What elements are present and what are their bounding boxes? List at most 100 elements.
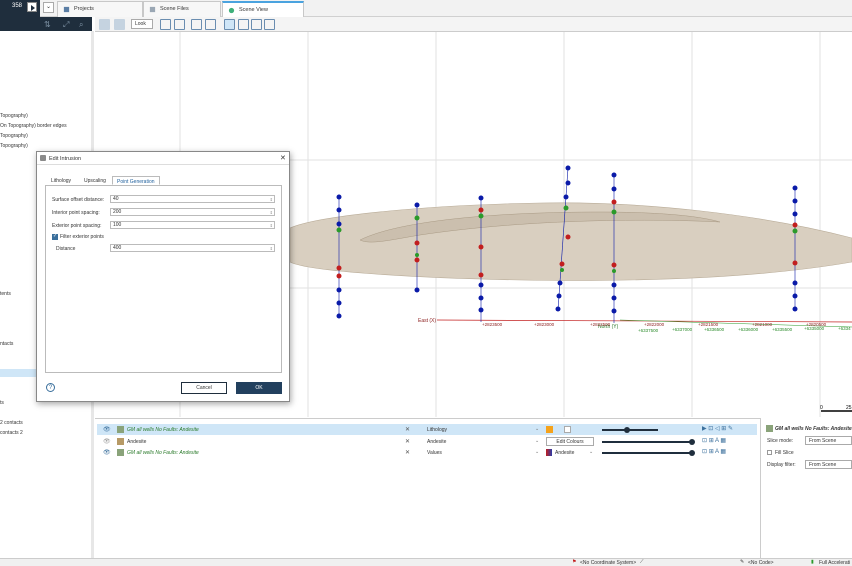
coord-system-label[interactable]: <No Coordinate System>: [580, 560, 636, 566]
tab-lithology[interactable]: Lithology: [47, 176, 75, 185]
interior-spacing-input[interactable]: 200 ⇕: [110, 208, 275, 216]
eye-icon[interactable]: 👁: [103, 438, 111, 445]
tree-item[interactable]: contacts 2: [0, 430, 23, 436]
slider-knob[interactable]: [689, 439, 695, 445]
polygon-icon[interactable]: [191, 19, 202, 30]
slider-knob[interactable]: [689, 450, 695, 456]
expand-icon[interactable]: ⤢: [63, 20, 69, 30]
chevron-down-icon[interactable]: ⌄: [43, 2, 54, 13]
north-ticks: +6337500 +6337000 +6336500 +6336000 +633…: [638, 326, 851, 333]
edit-intrusion-dialog: Edit Intrusion ✕ Lithology Upscaling Poi…: [36, 151, 290, 402]
filter-exterior-checkbox[interactable]: [52, 233, 58, 240]
chevron-down-icon[interactable]: ⌄: [535, 449, 539, 455]
colour-swatch[interactable]: [546, 426, 553, 433]
tab-projects[interactable]: Projects: [57, 1, 143, 17]
tree-item[interactable]: Topography): [0, 133, 28, 139]
ok-button[interactable]: OK: [236, 382, 282, 394]
eye-icon[interactable]: 👁: [103, 426, 111, 433]
tab-scene-files[interactable]: Scene Files: [143, 1, 221, 17]
layer-tools[interactable]: ▶ ⊡ ◁ ⊞ ✎: [702, 425, 757, 434]
north-tick: +6337000: [672, 327, 693, 332]
close-icon[interactable]: ✕: [405, 449, 410, 456]
select-icon[interactable]: [224, 19, 235, 30]
layer-row[interactable]: 👁 Andesite ✕ Andesite ⌄ Edit Colours ⊡ ⊞…: [97, 436, 757, 447]
fill-slice-checkbox[interactable]: [767, 450, 772, 455]
colourmap-label[interactable]: Andesite: [555, 450, 574, 456]
layer-tools[interactable]: ⊡ ⊞ A ▦: [702, 448, 757, 457]
slider-knob[interactable]: [624, 427, 630, 433]
spinner-icon[interactable]: ⇕: [270, 196, 273, 203]
east-axis-label: East (X): [418, 318, 436, 324]
edit-colours-button[interactable]: Edit Colours: [546, 437, 594, 446]
tree-item[interactable]: Topography): [0, 143, 28, 149]
chevron-down-icon[interactable]: ⌄: [535, 426, 539, 432]
geomodel-icon: [117, 449, 124, 456]
cancel-button[interactable]: Cancel: [181, 382, 227, 394]
opacity-slider[interactable]: [602, 427, 658, 433]
close-icon[interactable]: ✕: [280, 154, 286, 162]
geomodel-icon: [766, 425, 773, 432]
rotate-icon[interactable]: [160, 19, 171, 30]
fill-slice-label: Fill Slice: [775, 450, 794, 456]
look-dropdown[interactable]: Look: [131, 19, 153, 29]
view-2d-icon[interactable]: [99, 19, 110, 30]
layer-tools[interactable]: ⊡ ⊞ A ▦: [702, 437, 757, 446]
dialog-titlebar[interactable]: Edit Intrusion ✕: [37, 152, 289, 165]
chevron-down-icon[interactable]: ⌄: [535, 438, 539, 444]
north-tick: +6336000: [738, 327, 759, 332]
spinner-icon[interactable]: ⇕: [270, 209, 273, 216]
scene-count-label: 358: [12, 3, 23, 9]
filter-exterior-label: Filter exterior points: [60, 234, 104, 240]
interior-spacing-value: 200: [113, 209, 122, 215]
filter-icon[interactable]: ⇅: [44, 20, 51, 29]
help-icon[interactable]: ?: [46, 383, 55, 392]
opacity-slider[interactable]: [602, 450, 695, 456]
colour-swatch-empty[interactable]: [564, 426, 571, 433]
tab-upscaling[interactable]: Upscaling: [80, 176, 110, 185]
close-icon[interactable]: ✕: [405, 438, 410, 445]
layer-row[interactable]: 👁 GM all wells No Faults: Andesite ✕ Val…: [97, 447, 757, 458]
tree-item[interactable]: 2 contacts: [0, 420, 23, 426]
tree-item[interactable]: On Topography) border edges: [0, 123, 67, 129]
layer-row[interactable]: 👁 GM all wells No Faults: Andesite ✕ Lit…: [97, 424, 757, 435]
surface-offset-input[interactable]: 40 ⇕: [110, 195, 275, 203]
draw-icon[interactable]: [174, 19, 185, 30]
search-icon[interactable]: ⌕: [79, 20, 83, 30]
slice-icon[interactable]: [205, 19, 216, 30]
layer-column[interactable]: Lithology: [427, 427, 447, 433]
eye-icon[interactable]: 👁: [103, 449, 111, 456]
exterior-spacing-label: Exterior point spacing:: [52, 223, 102, 229]
pen-icon[interactable]: [238, 19, 249, 30]
layer-column[interactable]: Andesite: [427, 439, 446, 445]
tree-item[interactable]: tents: [0, 291, 11, 297]
play-button[interactable]: [27, 2, 37, 12]
intrusion-icon: [40, 155, 46, 161]
look-label: Look: [135, 21, 146, 27]
scale-end: 25: [846, 405, 852, 411]
slice-mode-label: Slice mode:: [767, 438, 794, 444]
spinner-icon[interactable]: ⇕: [270, 222, 273, 229]
opacity-slider[interactable]: [602, 439, 695, 445]
tab-scene-view[interactable]: Scene View: [222, 1, 304, 17]
close-icon[interactable]: ✕: [405, 426, 410, 433]
move-icon[interactable]: [251, 19, 262, 30]
east-tick: +2823000: [534, 322, 555, 327]
code-label[interactable]: <No Code>: [748, 560, 774, 566]
distance-input[interactable]: 400 ⇕: [110, 244, 275, 252]
tab-scene-view-label: Scene View: [239, 7, 268, 13]
spinner-icon[interactable]: ⇕: [270, 245, 273, 252]
layer-column[interactable]: Values: [427, 450, 442, 456]
tab-point-generation[interactable]: Point Generation: [112, 176, 160, 185]
tree-item[interactable]: ntacts: [0, 341, 13, 347]
chevron-down-icon[interactable]: ⌄: [589, 449, 593, 455]
tree-item[interactable]: Topography): [0, 113, 28, 119]
geomodel-icon: [117, 426, 124, 433]
measure-icon[interactable]: [264, 19, 275, 30]
display-filter-dropdown[interactable]: From Scene: [805, 460, 852, 469]
interior-spacing-label: Interior point spacing:: [52, 210, 100, 216]
slice-mode-dropdown[interactable]: From Scene: [805, 436, 852, 445]
tree-item[interactable]: ts: [0, 400, 4, 406]
axes-icon[interactable]: ⟋: [640, 559, 644, 565]
exterior-spacing-input[interactable]: 100 ⇕: [110, 221, 275, 229]
view-3d-icon[interactable]: [114, 19, 125, 30]
